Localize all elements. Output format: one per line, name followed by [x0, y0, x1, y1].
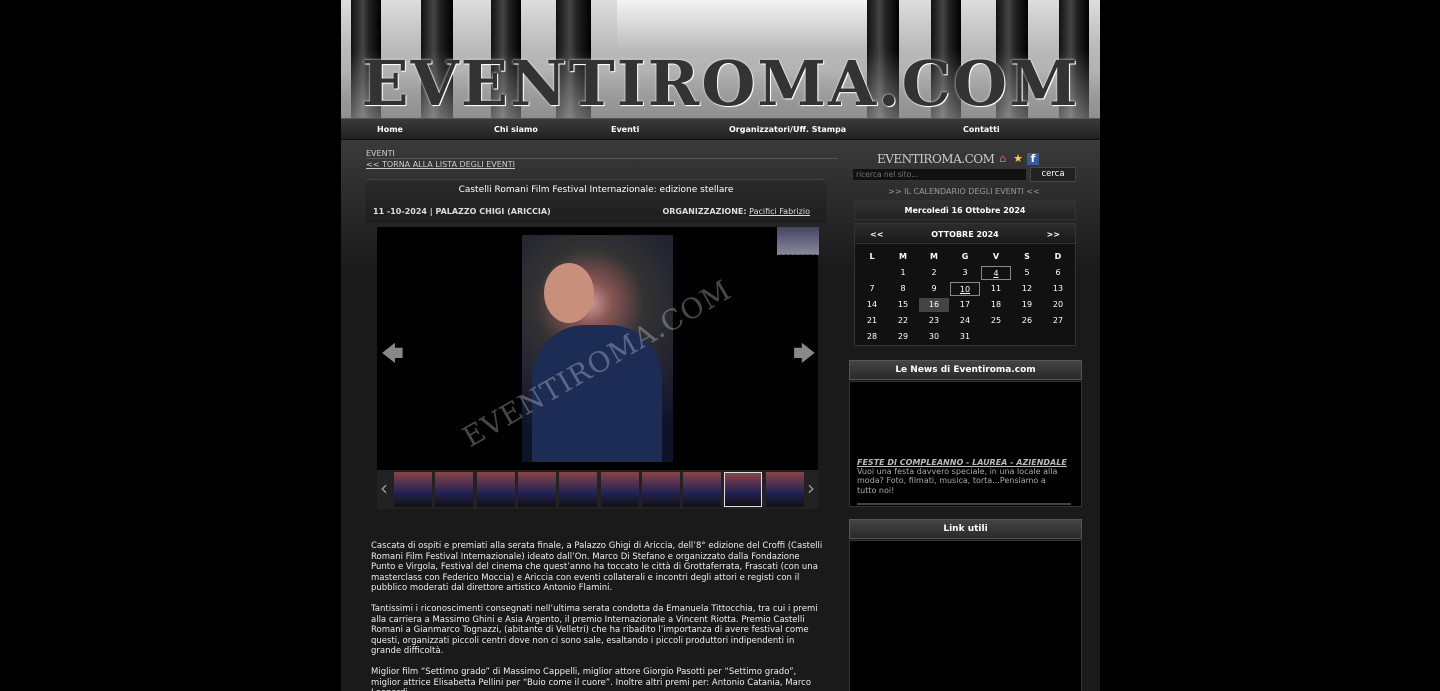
search-button[interactable]: cerca: [1030, 167, 1076, 182]
gallery-thumbnail[interactable]: [559, 472, 598, 507]
prev-photo-arrow-icon[interactable]: 🡄: [381, 337, 404, 375]
calendar-weekday: M: [930, 252, 938, 261]
calendar-day[interactable]: 1: [888, 266, 918, 280]
nav-item-chi-siamo[interactable]: Chi siamo: [494, 125, 538, 134]
news-panel: FESTE DI COMPLEANNO - LAUREA - AZIENDALE…: [849, 381, 1082, 507]
favorite-star-icon[interactable]: ★: [1012, 153, 1024, 165]
strip-prev-icon[interactable]: ‹: [380, 476, 388, 500]
calendar-day[interactable]: 27: [1043, 314, 1073, 328]
links-panel-header: Link utili: [849, 519, 1082, 539]
gallery-thumbnail[interactable]: [683, 472, 722, 507]
calendar-day[interactable]: 19: [1012, 298, 1042, 312]
links-panel: [849, 540, 1082, 691]
sidebar-logo[interactable]: EVENTIROMA.COM: [877, 152, 995, 166]
calendar-prev-button[interactable]: <<: [870, 230, 883, 239]
back-to-events-link[interactable]: << TORNA ALLA LISTA DEGLI EVENTI: [366, 160, 515, 169]
main-nav: Home Chi siamo Eventi Organizzatori/Uff.…: [341, 118, 1100, 140]
event-header: Castelli Romani Film Festival Internazio…: [366, 179, 826, 223]
calendar-day[interactable]: 22: [888, 314, 918, 328]
next-photo-arrow-icon[interactable]: 🡆: [793, 337, 816, 375]
strip-next-icon[interactable]: ›: [807, 476, 815, 500]
gallery-thumbnail[interactable]: [394, 472, 432, 507]
calendar-day[interactable]: 13: [1043, 282, 1073, 296]
nav-item-eventi[interactable]: Eventi: [611, 125, 639, 134]
calendar-day[interactable]: 23: [919, 314, 949, 328]
home-icon[interactable]: ⌂: [997, 153, 1009, 165]
calendar: OTTOBRE 2024 << >> L M M G V S D 1 2 3 4 5 6 7 8 9 10 11 1…: [854, 223, 1076, 346]
gallery-thumbnail[interactable]: [600, 472, 639, 507]
calendar-weekday: L: [869, 252, 875, 261]
news-item-text: Vuoi una festa davvero speciale, in una …: [857, 467, 1058, 495]
gallery-thumbnail[interactable]: [476, 472, 515, 507]
gallery-thumbnail[interactable]: [765, 472, 804, 507]
photo-subject: [544, 263, 594, 323]
calendar-day[interactable]: 29: [888, 330, 918, 344]
calendar-day[interactable]: 16: [919, 298, 949, 312]
calendar-header: OTTOBRE 2024 << >>: [855, 224, 1075, 244]
site-logo[interactable]: EVENTIROMA.COM: [341, 50, 1100, 118]
calendar-day[interactable]: 2: [919, 266, 949, 280]
photo-gallery: EVENTIROMA.COM 🡄 🡆 ‹ ›: [377, 227, 819, 509]
calendar-weekday: S: [1024, 252, 1030, 261]
calendar-day[interactable]: 11: [981, 282, 1011, 296]
calendar-day[interactable]: 3: [950, 266, 980, 280]
calendar-next-button[interactable]: >>: [1047, 230, 1060, 239]
organizer-label: ORGANIZZAZIONE:: [662, 207, 747, 216]
calendar-weekday: D: [1054, 252, 1062, 261]
section-title: EVENTI: [366, 149, 395, 158]
calendar-day[interactable]: 28: [857, 330, 887, 344]
news-item-title[interactable]: FESTE DI COMPLEANNO - LAUREA - AZIENDALE: [857, 458, 1067, 467]
calendar-weekday: G: [961, 252, 969, 261]
calendar-day[interactable]: 14: [857, 298, 887, 312]
calendar-day[interactable]: 26: [1012, 314, 1042, 328]
article-paragraph: Tantissimi i riconoscimenti consegnati n…: [371, 603, 818, 657]
event-title: Castelli Romani Film Festival Internazio…: [458, 185, 734, 195]
calendar-day[interactable]: 18: [981, 298, 1011, 312]
calendar-weekday: V: [992, 252, 1000, 261]
gallery-thumbnail[interactable]: [435, 472, 474, 507]
news-panel-header: Le News di Eventiroma.com: [849, 360, 1082, 380]
calendar-day[interactable]: 4: [981, 266, 1011, 280]
calendar-month: OTTOBRE 2024: [931, 230, 999, 239]
article-paragraph: Miglior film “Settimo grado” di Massimo …: [371, 666, 812, 691]
nav-item-organizzatori[interactable]: Organizzatori/Uff. Stampa: [729, 125, 846, 134]
calendar-day[interactable]: 24: [950, 314, 980, 328]
calendar-day[interactable]: 10: [950, 282, 980, 296]
calendar-day[interactable]: 7: [857, 282, 887, 296]
facebook-icon[interactable]: f: [1027, 153, 1039, 165]
calendar-day[interactable]: 17: [950, 298, 980, 312]
event-organizer: ORGANIZZAZIONE: Pacifici Fabrizio: [662, 207, 810, 216]
organizer-link[interactable]: Pacifici Fabrizio: [749, 207, 810, 216]
page-container: EVENTIROMA.COM Home Chi siamo Eventi Org…: [341, 0, 1100, 691]
calendar-day[interactable]: 21: [857, 314, 887, 328]
calendar-day[interactable]: 15: [888, 298, 918, 312]
calendar-link[interactable]: >> IL CALENDARIO DEGLI EVENTI <<: [854, 187, 1074, 196]
calendar-day[interactable]: 5: [1012, 266, 1042, 280]
header-banner: EVENTIROMA.COM: [341, 0, 1100, 118]
nav-item-contatti[interactable]: Contatti: [963, 125, 1000, 134]
calendar-day[interactable]: 30: [919, 330, 949, 344]
thumbnail-strip: ‹ ›: [377, 470, 818, 509]
nav-item-home[interactable]: Home: [377, 125, 403, 134]
calendar-day[interactable]: 31: [950, 330, 980, 344]
gallery-thumbnail[interactable]: [724, 472, 763, 507]
event-date-location: 11 -10-2024 | PALAZZO CHIGI (ARICCIA): [373, 207, 551, 216]
news-divider: [857, 503, 1071, 505]
calendar-weekday: M: [899, 252, 907, 261]
calendar-day[interactable]: 6: [1043, 266, 1073, 280]
calendar-day[interactable]: 25: [981, 314, 1011, 328]
section-divider: [366, 158, 838, 159]
calendar-day[interactable]: 8: [888, 282, 918, 296]
gallery-thumbnail-icon[interactable]: [777, 227, 819, 255]
calendar-day[interactable]: 20: [1043, 298, 1073, 312]
calendar-day[interactable]: 9: [919, 282, 949, 296]
calendar-today-label: Mercoledì 16 Ottobre 2024: [854, 200, 1076, 220]
event-article: Cascata di ospiti e premiati alla serata…: [371, 541, 826, 691]
article-paragraph: Cascata di ospiti e premiati alla serata…: [371, 541, 823, 594]
calendar-day[interactable]: 12: [1012, 282, 1042, 296]
gallery-thumbnail[interactable]: [517, 472, 556, 507]
search-input[interactable]: [852, 168, 1027, 181]
rome-monuments-image: [617, 0, 867, 50]
gallery-thumbnail[interactable]: [641, 472, 680, 507]
